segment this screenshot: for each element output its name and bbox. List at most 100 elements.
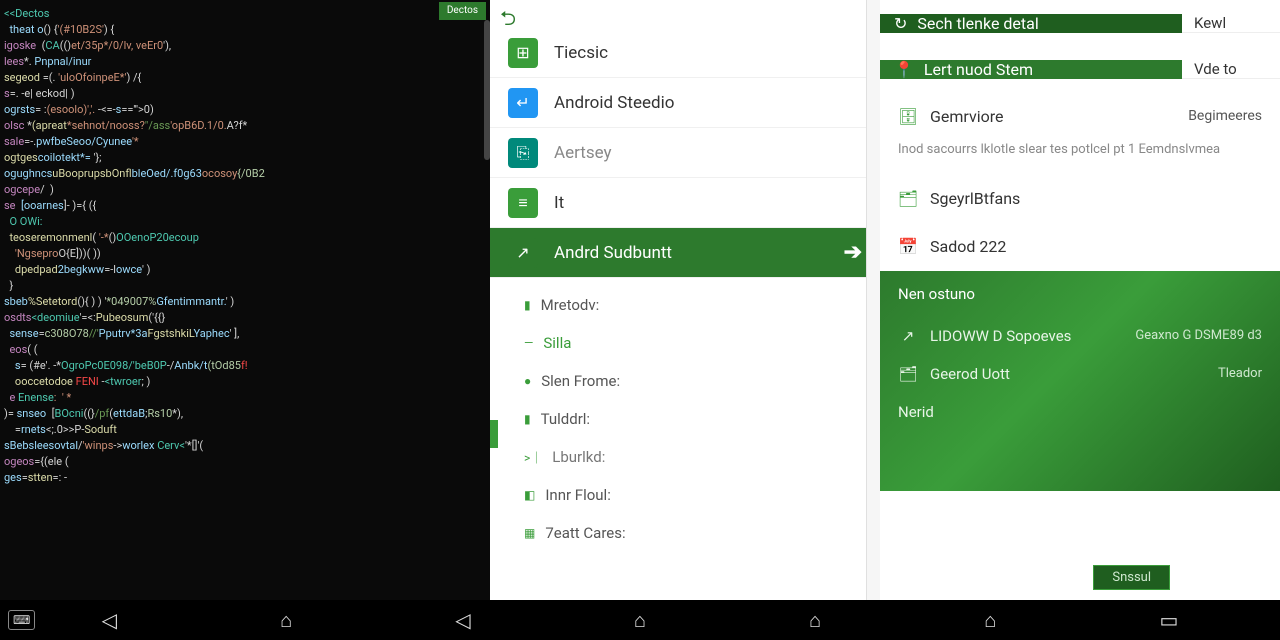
detail-item-3-label: Sadod 222 — [930, 237, 1006, 256]
bullet-icon: ● — [524, 374, 531, 388]
code-line: teoseremonmenl( '-*()OOenoP20ecoup — [4, 230, 486, 246]
code-line: segeod =(. 'uloOfoinpeE*') /{ — [4, 70, 486, 86]
menu-item-tiecsic[interactable]: ⊞ Tiecsic — [490, 28, 880, 78]
menu-screen: ⮌ ⊞ Tiecsic ↵ Android Steedio ⎘ Aertsey ≡ It ↗ An… — [490, 0, 880, 600]
featured-row-3[interactable]: Nerid — [898, 393, 1262, 431]
recents-nav-icon[interactable]: ▭ — [1159, 608, 1178, 632]
sub-item[interactable]: ▦7eatt Cares: — [506, 514, 880, 552]
code-body[interactable]: <<Dectos theat o() {'(#10B2S') {igoske (… — [4, 6, 486, 486]
menu-item-label: Aertsey — [554, 143, 612, 163]
featured-row-2-label: Geerod Uott — [930, 365, 1010, 383]
home-nav-icon[interactable]: ⌂ — [280, 608, 292, 633]
detail-item-2-label: SgeyrlBtfans — [930, 189, 1020, 208]
menu-item-label: Andrd Sudbuntt — [554, 243, 672, 263]
featured-row-2[interactable]: 🗂 Geerod Uott Tleador — [898, 355, 1262, 393]
featured-row-1-right: Geaxno G DSME89 d3 — [1135, 328, 1262, 343]
detail-item-sgeyrlbtfans[interactable]: 🗂 SgeyrlBtfans — [880, 175, 1280, 223]
featured-title: Nen ostuno — [898, 285, 1262, 303]
home-nav-icon[interactable]: ⌂ — [809, 608, 821, 633]
code-editor-screen: Dectos <<Dectos theat o() {'(#10B2S') {i… — [0, 0, 490, 600]
code-line: se [ooarnes]- )={ ({ — [4, 198, 486, 214]
menu-item-it[interactable]: ≡ It — [490, 178, 880, 228]
folder-icon: 🗂 — [898, 365, 918, 383]
sub-item-label: Silla — [543, 334, 571, 352]
code-line: igoske (CA(()et/35p*/0/lv, veEr0'), — [4, 38, 486, 54]
sub-item[interactable]: ▮Tulddrl: — [506, 400, 880, 438]
menu-right-gutter — [866, 0, 880, 600]
home-nav-icon[interactable]: ⌂ — [984, 608, 996, 633]
menu-item-label: Android Steedio — [554, 93, 674, 113]
sub-item[interactable]: ◧ Innr Floul: — [506, 476, 880, 514]
code-line: <<Dectos — [4, 6, 486, 22]
menu-item-andrd-sudbuntt[interactable]: ↗ Andrd Sudbuntt ➔ — [490, 228, 880, 278]
back-nav-icon[interactable]: ◁ — [102, 608, 117, 632]
chevron-right-icon: ➔ — [844, 240, 862, 265]
sub-item[interactable]: ●Slen Frome: — [506, 362, 880, 400]
home-nav-icon[interactable]: ⌂ — [634, 608, 646, 633]
code-line: ogeos={(ele ( — [4, 454, 486, 470]
bullet-icon: ▮ — [524, 298, 531, 312]
keyboard-icon[interactable]: ⌨ — [8, 610, 35, 630]
code-line: sbeb%Setetord(){ ) ) '*049007%Gfentimman… — [4, 294, 486, 310]
code-line: sale=-.pwfbeSeoo/Cyunee'* — [4, 134, 486, 150]
code-line: ogrsts= :(esoolo)','. -<=-s=='''>0) — [4, 102, 486, 118]
code-line: )= snseo [BOcni((}/pf(ettdaB;Rs10*), — [4, 406, 486, 422]
code-line: 'NgseproO{E]))( )) — [4, 246, 486, 262]
code-line: eos( ( — [4, 342, 486, 358]
featured-action-button[interactable]: Snssul — [1093, 565, 1170, 590]
code-line: sBebsleesovtal/'winps->worlex Cerv<'*[]'… — [4, 438, 486, 454]
back-icon[interactable]: ⮌ — [500, 4, 516, 38]
pin-icon: 📍 — [894, 60, 914, 79]
folder-icon: 🗂 — [898, 189, 918, 209]
detail-screen: ↻Sech tlenke detal Kewl 📍Lert nuod Stem … — [880, 0, 1280, 600]
menu-item-aertsey[interactable]: ⎘ Aertsey — [490, 128, 880, 178]
sub-item[interactable]: >｜ Lburlkd: — [506, 438, 880, 476]
code-line: theat o() {'(#10B2S') { — [4, 22, 486, 38]
menu-item-android-steedio[interactable]: ↵ Android Steedio — [490, 78, 880, 128]
detail-description: Inod sacourrs lklotle slear tes potlcel … — [880, 140, 1280, 175]
code-line: sense=c308O78//'Pputrv*3aFgstshkiLYaphec… — [4, 326, 486, 342]
app-icon: ⎘ — [508, 138, 538, 168]
code-line: ogtgescoilotekt*= '}; — [4, 150, 486, 166]
menu-item-label: Tiecsic — [554, 43, 608, 63]
detail-header-2[interactable]: 📍Lert nuod Stem Vde to — [880, 46, 1280, 92]
code-line: ges=stten=: - — [4, 470, 486, 486]
code-line: dpedpad2begkww=-lowce' ) — [4, 262, 486, 278]
sub-item[interactable]: ▮ Mretodv: — [506, 286, 880, 324]
back-nav-icon[interactable]: ◁ — [455, 608, 470, 632]
sub-item-label: Tulddrl: — [541, 410, 590, 428]
menu-list: ⊞ Tiecsic ↵ Android Steedio ⎘ Aertsey ≡ It ↗ Andr… — [490, 28, 880, 278]
bullet-icon: >｜ — [524, 449, 542, 466]
sub-item-label: Lburlkd: — [552, 448, 605, 466]
selection-indicator — [490, 420, 498, 448]
code-line: osdts<deomiue'=<:Pubeosum('{{} — [4, 310, 486, 326]
detail-item-gemviore[interactable]: 🗄 Gemrviore Begimeeres — [880, 92, 1280, 140]
menu-item-label: It — [554, 193, 564, 213]
sub-item-label: Innr Floul: — [545, 486, 611, 504]
code-line: =rnets<;.0>>P-Soduft — [4, 422, 486, 438]
header-1-right[interactable]: Kewl — [1182, 14, 1280, 33]
detail-header-1[interactable]: ↻Sech tlenke detal Kewl — [880, 0, 1280, 46]
sub-item-label: Mretodv: — [541, 296, 600, 314]
detail-item-sadod[interactable]: 📅 Sadod 222 — [880, 223, 1280, 271]
sub-list: ▮ Mretodv: —Silla●Slen Frome:▮Tulddrl: >｜ Lb… — [490, 278, 880, 552]
sub-item[interactable]: —Silla — [506, 324, 880, 362]
app-icon: ⊞ — [508, 38, 538, 68]
code-line: ogughncsuBooprupsbOnflbleOed/.f0g63ocoso… — [4, 166, 486, 182]
arrow-icon: ↗ — [898, 327, 918, 345]
app-icon: ≡ — [508, 188, 538, 218]
featured-row-2-right: Tleador — [1218, 366, 1262, 381]
code-line: e Enense: ' * — [4, 390, 486, 406]
app-icon: ↵ — [508, 88, 538, 118]
header-2-right[interactable]: Vde to — [1182, 60, 1280, 79]
featured-panel: Nen ostuno ↗ LIDOWW D Sopoeves Geaxno G … — [880, 271, 1280, 491]
bullet-icon: ◧ — [524, 488, 535, 502]
code-line: s=. -e| eckod| ) — [4, 86, 486, 102]
sub-item-label: 7eatt Cares: — [545, 524, 625, 542]
detail-item-1-label: Gemrviore — [930, 107, 1004, 126]
code-tab-active[interactable]: Dectos — [439, 2, 486, 20]
featured-row-1[interactable]: ↗ LIDOWW D Sopoeves Geaxno G DSME89 d3 — [898, 317, 1262, 355]
featured-row-3-label: Nerid — [898, 403, 934, 421]
app-icon: ↗ — [508, 238, 538, 268]
featured-row-1-label: LIDOWW D Sopoeves — [930, 327, 1071, 345]
